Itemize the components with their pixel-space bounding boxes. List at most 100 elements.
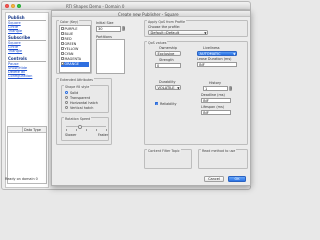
color-list[interactable]: PURPLE BLUE RED GREEN YELLOW CYAN MAGENT… (59, 25, 91, 73)
color-group: Color (Key) PURPLE BLUE RED GREEN YELLOW… (56, 20, 92, 74)
history-input[interactable]: 1 (203, 86, 228, 91)
checkbox-icon (61, 47, 64, 50)
configuration-link[interactable]: Configuration (8, 74, 32, 78)
create-publisher-dialog: Create new Publisher - Square Color (Key… (51, 10, 251, 186)
history-stepper[interactable]: ▲ ▼ (229, 86, 232, 91)
fill-solid-radio[interactable] (65, 91, 68, 94)
color-item-orange[interactable]: ORANGE (61, 61, 89, 67)
color-item-label: MAGENTA (64, 56, 82, 61)
fill-transparent-label: Transparent (70, 95, 91, 100)
color-item-label: PURPLE (64, 26, 78, 31)
ownership-label: Ownership (159, 46, 178, 50)
reliability-checkbox[interactable]: ✓ (155, 102, 158, 106)
rotation-speed-title: Rotation Speed (64, 117, 92, 122)
content-filter-group: Content Filter Topic (144, 149, 192, 169)
checkbox-icon (61, 62, 64, 65)
subscribe-triangle-link[interactable]: Triangle (8, 49, 22, 53)
data-type-column-header[interactable]: Data Type (24, 128, 41, 132)
zoom-window-icon[interactable] (17, 4, 21, 8)
initial-size-input[interactable]: 30 (96, 26, 121, 32)
checkbox-icon (61, 27, 64, 30)
choose-profile-label: Choose the profile: (148, 25, 181, 29)
initial-size-label: Initial Size (96, 21, 114, 25)
cancel-button[interactable]: Cancel (204, 176, 224, 182)
close-window-icon[interactable] (5, 4, 9, 8)
topic-table[interactable]: Data Type (7, 126, 47, 184)
slider-tick (66, 129, 67, 131)
deadline-label: Deadline (ms) (201, 93, 225, 97)
fill-horizontal-hatch-radio[interactable] (65, 101, 68, 104)
fill-style-title: Shape fill style (64, 85, 91, 90)
slider-tick (76, 129, 77, 131)
lifespan-label: Lifespan (ms) (201, 105, 225, 109)
faster-label: Faster (98, 133, 109, 137)
slider-tick (106, 129, 107, 131)
reliability-label: Reliability (160, 101, 177, 106)
column-divider (22, 127, 23, 133)
publish-triangle-link[interactable]: Triangle (8, 29, 22, 33)
history-label: History (209, 81, 222, 85)
lifespan-input[interactable]: INF (201, 110, 231, 115)
ok-button[interactable]: OK (228, 176, 246, 182)
fill-vertical-hatch-label: Vertical hatch (70, 105, 94, 110)
durability-value: VOLATILE (157, 86, 175, 90)
dialog-title: Create new Publisher - Square (118, 11, 179, 17)
qos-profile-value: Default::Default (150, 31, 180, 35)
chevron-down-icon: ▼ (204, 31, 207, 35)
fill-style-group: Shape fill style Solid Transparent Horiz… (61, 85, 109, 113)
color-item-label: ORANGE (64, 61, 80, 66)
ownership-value: Exclusive (157, 52, 175, 56)
content-filter-title: Content Filter Topic (147, 149, 181, 154)
durability-select[interactable]: VOLATILE ▼ (155, 85, 181, 90)
qos-values-group-title: QoS values (147, 41, 168, 46)
partitions-list[interactable] (96, 39, 125, 74)
qos-values-group: QoS values Ownership Exclusive Strength … (144, 41, 248, 145)
lease-duration-input[interactable]: INF (197, 62, 237, 67)
color-item-label: GREEN (64, 41, 77, 46)
strength-input[interactable]: 0 (155, 63, 181, 68)
checkbox-icon (61, 57, 64, 60)
fill-horizontal-hatch-label: Horizontal hatch (70, 100, 98, 105)
color-item-label: YELLOW (64, 46, 79, 51)
ownership-select[interactable]: Exclusive (155, 51, 181, 56)
liveliness-select[interactable]: AUTOMATIC ▼ (197, 51, 237, 56)
deadline-input[interactable]: INF (201, 98, 231, 103)
lease-duration-label: Lease Duration (ms) (197, 57, 232, 61)
extended-attributes-title: Extended Attributes (59, 78, 94, 83)
color-item-label: BLUE (64, 31, 74, 36)
status-bar-text: Ready on domain 0 (5, 177, 38, 181)
slider-tick (96, 129, 97, 131)
checkbox-icon (61, 37, 64, 40)
checkbox-icon (61, 52, 64, 55)
apply-qos-group-title: Apply QoS from Profile (147, 20, 187, 25)
chevron-down-icon: ▼ (233, 52, 236, 56)
sidebar: Publish Square Circle Triangle Subscribe… (5, 12, 49, 188)
liveliness-label: Liveliness (203, 46, 220, 50)
apply-qos-group: Apply QoS from Profile Choose the profil… (144, 20, 248, 37)
rotation-speed-track[interactable] (66, 126, 106, 127)
slower-label: Slower (65, 133, 77, 137)
strength-label: Strength (159, 58, 174, 62)
main-window-titlebar: RTI Shapes Demo - Domain 0 (2, 2, 250, 10)
fill-vertical-hatch-radio[interactable] (65, 106, 68, 109)
rotation-speed-knob[interactable] (78, 124, 82, 129)
read-method-group: Read method to use (198, 149, 248, 169)
qos-profile-select[interactable]: Default::Default ▼ (148, 30, 208, 35)
table-column-header (9, 128, 10, 132)
read-method-title: Read method to use (201, 149, 237, 154)
minimize-window-icon[interactable] (11, 4, 15, 8)
dialog-titlebar: Create new Publisher - Square (52, 11, 250, 17)
initial-size-stepper[interactable]: ▲ ▼ (122, 26, 125, 31)
rotation-speed-group: Rotation Speed Slower Faster (61, 117, 109, 141)
liveliness-value: AUTOMATIC (199, 52, 221, 56)
durability-label: Durability (159, 80, 176, 84)
color-item-label: RED (64, 36, 72, 41)
fill-transparent-radio[interactable] (65, 96, 68, 99)
color-item-label: CYAN (64, 51, 74, 56)
table-header: Data Type (8, 127, 46, 133)
extended-attributes-group: Extended Attributes Shape fill style Sol… (56, 78, 112, 145)
main-window-title: RTI Shapes Demo - Domain 0 (66, 3, 125, 9)
color-group-title: Color (Key) (59, 20, 80, 25)
checkbox-icon (61, 42, 64, 45)
checkbox-icon (61, 32, 64, 35)
